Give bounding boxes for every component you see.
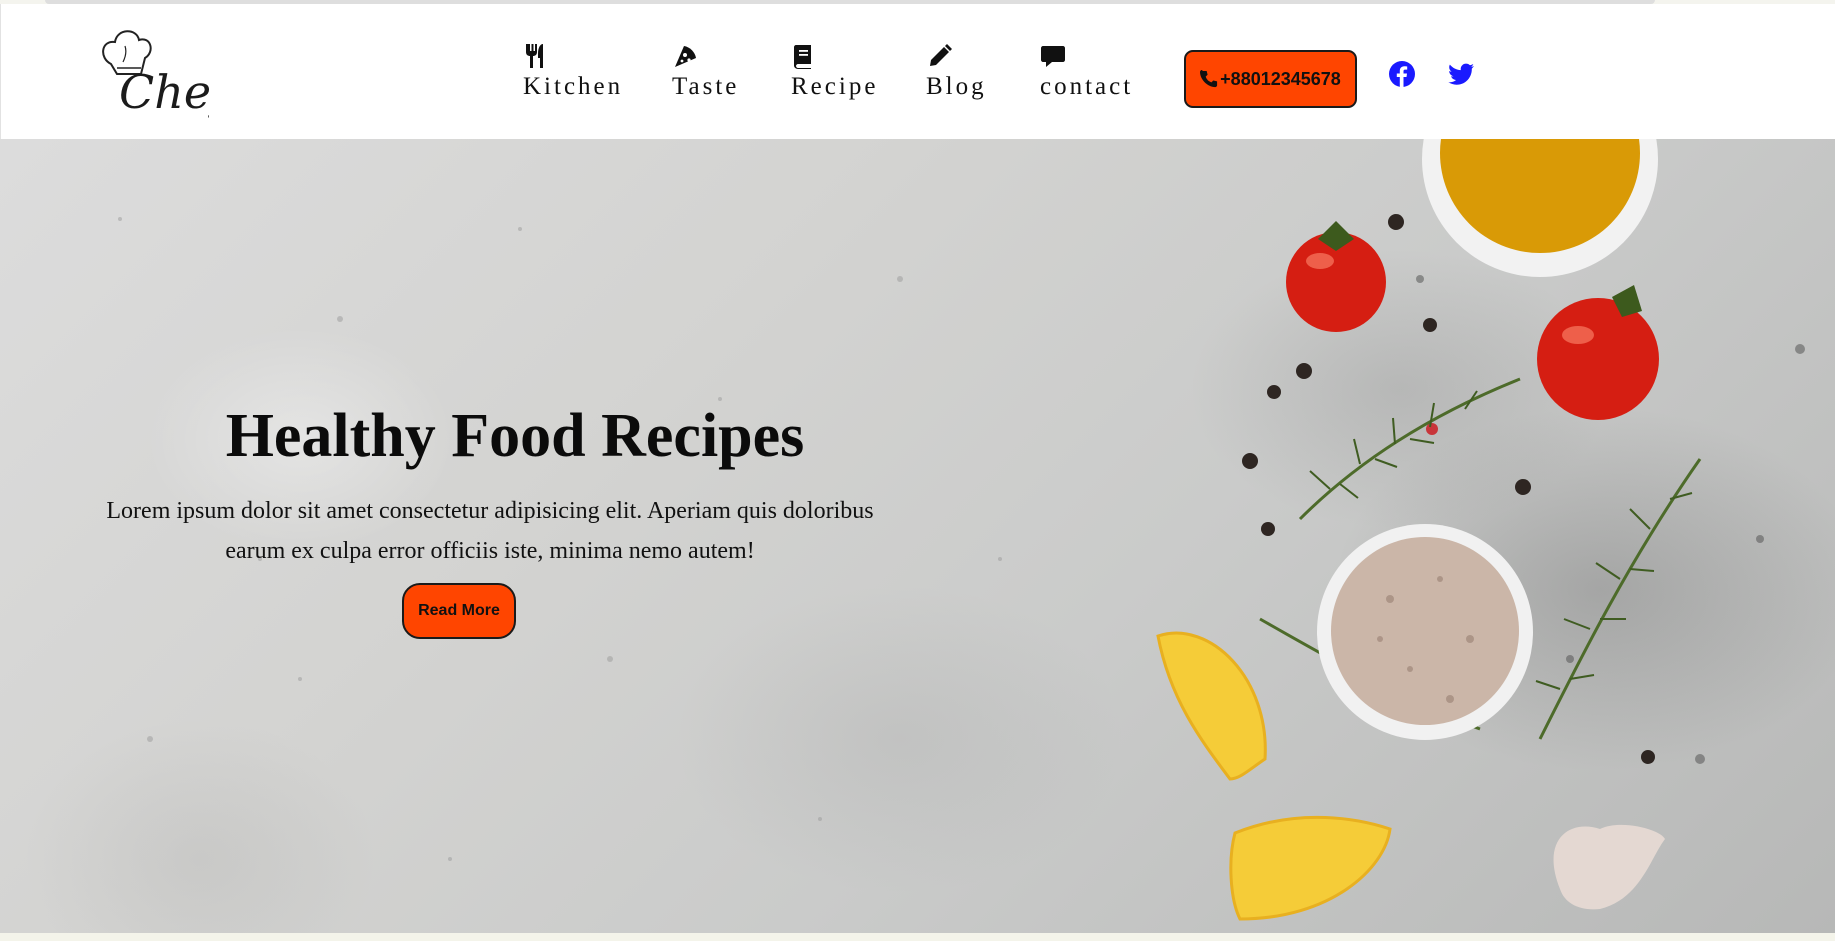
read-more-button[interactable]: Read More <box>402 583 516 639</box>
nav-label: Taste <box>672 73 740 100</box>
hero-section: Healthy Food Recipes Lorem ipsum dolor s… <box>0 139 1835 933</box>
pencil-icon <box>926 42 952 70</box>
chef-logo[interactable]: Chef <box>97 22 235 122</box>
hero-title: Healthy Food Recipes <box>225 402 805 470</box>
svg-text:Chef: Chef <box>119 65 209 119</box>
phone-number: +88012345678 <box>1220 68 1341 89</box>
pizza-slice-icon <box>672 42 698 70</box>
nav-item-taste[interactable]: Taste <box>672 42 739 101</box>
nav-label: Blog <box>926 73 987 100</box>
nav-item-kitchen[interactable]: Kitchen <box>523 42 623 101</box>
nav-item-contact[interactable]: contact <box>1040 42 1133 101</box>
comment-icon <box>1040 42 1066 70</box>
nav-label: Kitchen <box>523 73 624 100</box>
phone-icon <box>1200 70 1218 88</box>
nav-item-recipe[interactable]: Recipe <box>791 42 878 101</box>
chef-hat-icon: Chef <box>102 30 235 119</box>
site-header: Chef Kitchen Taste <box>0 4 1835 139</box>
phone-button[interactable]: +88012345678 <box>1184 50 1357 108</box>
page-bottom-strip <box>0 933 1835 941</box>
book-icon <box>791 42 817 70</box>
nav-label: Recipe <box>791 73 879 100</box>
utensils-icon <box>523 42 549 70</box>
hero-description: Lorem ipsum dolor sit amet consectetur a… <box>106 498 874 564</box>
nav-item-blog[interactable]: Blog <box>926 42 987 101</box>
nav-label: contact <box>1040 73 1134 100</box>
twitter-icon[interactable] <box>1447 60 1475 88</box>
facebook-icon[interactable] <box>1388 60 1416 88</box>
